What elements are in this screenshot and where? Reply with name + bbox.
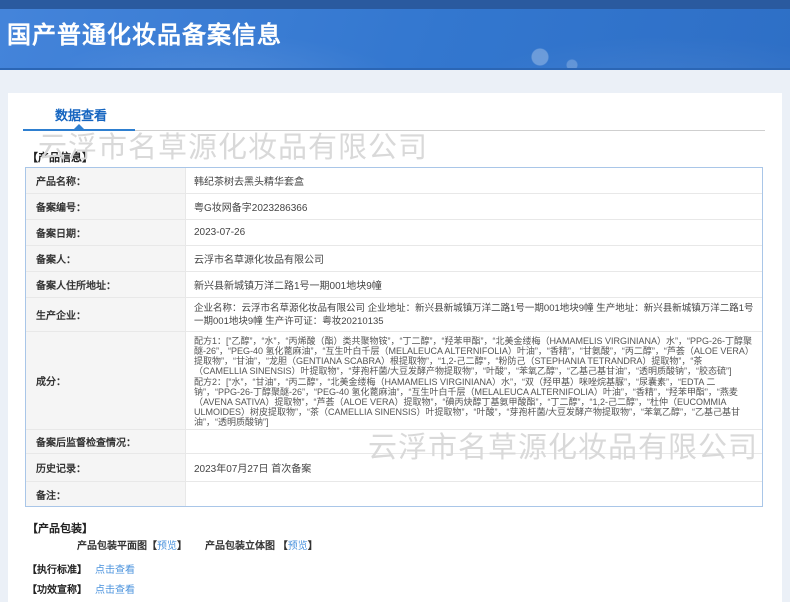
table-row-ingredients: 成分： 配方1：[“乙醇”，“水”，“丙烯酸（酯）类共聚物铵”，“丁二醇”，“羟… (26, 332, 762, 430)
row-label: 备案日期： (26, 220, 186, 245)
table-row-history: 历史记录： 2023年07月27日 首次备案 (26, 454, 762, 482)
bracket-open: 【 (277, 541, 288, 552)
row-value: 2023年07月27日 首次备案 (194, 464, 312, 475)
row-value: 云浮市名草源化妆品有限公司 (194, 255, 324, 266)
table-row-product-name: 产品名称： 韩纪茶树去黑头精华套盒 (26, 168, 762, 194)
efficacy-claim-row: 【功效宣称】 点击查看 (27, 581, 135, 596)
bracket-open: 【 (147, 541, 157, 552)
efficacy-claim-label: 【功效宣称】 (27, 585, 87, 596)
product-info-table: 产品名称： 韩纪茶树去黑头精华套盒 备案编号： 粤G妆网备字2023286366… (25, 167, 763, 507)
row-value (186, 430, 762, 453)
row-label: 备案编号： (26, 194, 186, 219)
ingredients-formula-2: 配方2：[“水”，“甘油”，“丙二醇”，“北美金缕梅（HAMAMELIS VIR… (194, 377, 741, 427)
exec-standard-view-link[interactable]: 点击查看 (95, 565, 135, 576)
row-value: 韩纪茶树去黑头精华套盒 (194, 177, 304, 188)
bracket-close: 】 (307, 541, 318, 552)
row-value: 2023-07-26 (194, 227, 246, 238)
page-title: 国产普通化妆品备案信息 (7, 22, 282, 49)
packaging-flat-label: 产品包装平面图 (77, 541, 147, 552)
table-row-filing-date: 备案日期： 2023-07-26 (26, 220, 762, 246)
table-row-supervision-check: 备案后监督检查情况： (26, 430, 762, 454)
efficacy-claim-view-link[interactable]: 点击查看 (95, 585, 135, 596)
table-row-filer: 备案人： 云浮市名草源化妆品有限公司 (26, 246, 762, 272)
packaging-flat-view: 产品包装平面图【预览】 (77, 537, 187, 552)
section-title-product-info: 【产品信息】 (27, 152, 93, 164)
ingredients-formula-1: 配方1：[“乙醇”，“水”，“丙烯酸（酯）类共聚物铵”，“丁二醇”，“羟苯甲酯”… (194, 336, 754, 376)
row-value: 粤G妆网备字2023286366 (194, 203, 308, 214)
exec-standard-row: 【执行标准】 点击查看 (27, 561, 135, 576)
packaging-stereo-label: 产品包装立体图 (205, 541, 278, 552)
tab-data-view[interactable]: 数据查看 (55, 105, 107, 124)
header-banner: 国产普通化妆品备案信息 (0, 9, 790, 70)
header-top-strip (0, 0, 790, 9)
content-panel: 数据查看 云浮市名草源化妆品有限公司 云浮市名草源化妆品有限公司 【产品信息】 … (8, 93, 782, 602)
cosmetics-filing-page: 国产普通化妆品备案信息 数据查看 云浮市名草源化妆品有限公司 云浮市名草源化妆品… (0, 0, 790, 602)
packaging-stereo-view: 产品包装立体图 【预览】 (205, 537, 318, 552)
row-label: 成分： (26, 332, 186, 429)
bracket-close: 】 (177, 541, 187, 552)
exec-standard-label: 【执行标准】 (27, 565, 87, 576)
row-value: 企业名称：云浮市名草源化妆品有限公司 企业地址：新兴县新城镇万洋二路1号一期00… (194, 302, 754, 327)
table-row-remarks: 备注： (26, 482, 762, 506)
row-label: 备案人住所地址： (26, 272, 186, 297)
table-row-filing-number: 备案编号： 粤G妆网备字2023286366 (26, 194, 762, 220)
packaging-flat-preview-link[interactable]: 预览 (157, 541, 177, 552)
table-row-manufacturer: 生产企业： 企业名称：云浮市名草源化妆品有限公司 企业地址：新兴县新城镇万洋二路… (26, 298, 762, 332)
row-value: 配方1：[“乙醇”，“水”，“丙烯酸（酯）类共聚物铵”，“丁二醇”，“羟苯甲酯”… (186, 332, 762, 429)
row-label: 历史记录： (26, 454, 186, 481)
row-label: 备案后监督检查情况： (26, 430, 186, 453)
section-title-product-packaging: 【产品包装】 (27, 523, 93, 535)
tab-active-underline (23, 129, 135, 131)
page-header: 国产普通化妆品备案信息 (0, 0, 790, 70)
table-row-filer-address: 备案人住所地址： 新兴县新城镇万洋二路1号一期001地块9幢 (26, 272, 762, 298)
row-label: 备注： (26, 482, 186, 506)
row-label: 备案人： (26, 246, 186, 271)
row-label: 产品名称： (26, 168, 186, 193)
tab-active-pointer-icon (74, 124, 84, 129)
row-value: 新兴县新城镇万洋二路1号一期001地块9幢 (194, 281, 382, 292)
row-label: 生产企业： (26, 298, 186, 331)
packaging-stereo-preview-link[interactable]: 预览 (288, 541, 308, 552)
row-value (186, 482, 762, 506)
